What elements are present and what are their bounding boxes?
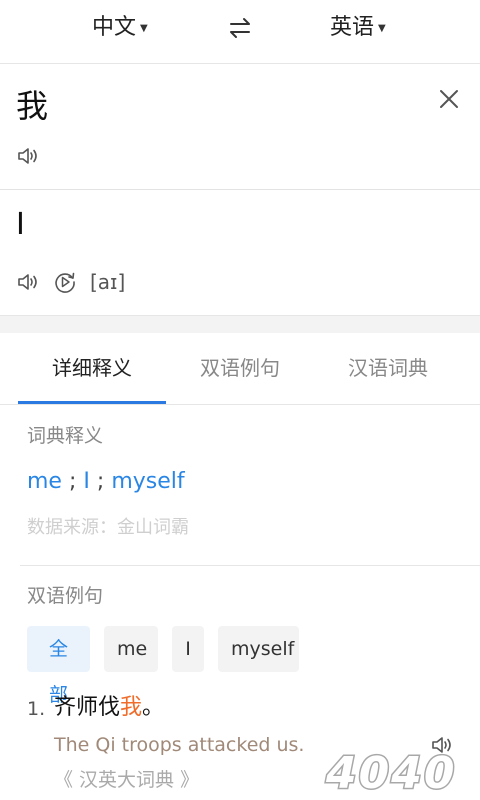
example-number: 1. (27, 698, 46, 720)
dictionary-section-title: 词典释义 (27, 425, 104, 447)
definition-separator: ; (96, 469, 105, 494)
definition-list: me ; I ; myself (27, 466, 185, 498)
close-icon[interactable] (436, 86, 462, 112)
speaker-icon[interactable] (16, 270, 40, 294)
example-chinese-text: 齐师伐 (54, 695, 121, 720)
tab-bar: 详细释义 双语例句 汉语词典 (0, 333, 480, 405)
example-filter-chips: 全部 me I myself (27, 626, 299, 706)
filter-chip-all[interactable]: 全部 (27, 626, 90, 706)
example-highlight-word: 我 (120, 695, 143, 720)
speaker-icon[interactable] (16, 144, 40, 168)
definition-link-i[interactable]: I (83, 469, 90, 494)
translation-text: I (16, 207, 25, 242)
replay-icon[interactable] (52, 269, 78, 295)
caret-down-icon: ▼ (140, 23, 148, 34)
target-language-selector[interactable]: 英语 ▼ (330, 12, 386, 44)
caret-down-icon: ▼ (378, 23, 386, 34)
filter-chip-me[interactable]: me (104, 626, 158, 672)
definition-link-me[interactable]: me (27, 469, 62, 494)
example-chinese-sentence: 齐师伐我。 (54, 692, 164, 724)
example-chinese-punctuation: 。 (142, 695, 165, 720)
tab-chinese-dictionary[interactable]: 汉语词典 (348, 353, 428, 383)
language-bar: 中文 ▼ 英语 ▼ (0, 0, 480, 64)
section-separator (0, 315, 480, 333)
data-source-note: 数据来源：金山词霸 (27, 517, 189, 538)
filter-chip-myself[interactable]: myself (218, 626, 299, 672)
example-source: 《 汉英大词典 》 (54, 769, 200, 791)
tab-indicator (18, 401, 166, 404)
source-text-area[interactable]: 我 (0, 64, 480, 190)
watermark-text: 4040 (325, 748, 456, 798)
source-language-selector[interactable]: 中文 ▼ (92, 12, 148, 44)
source-text[interactable]: 我 (16, 86, 48, 126)
source-language-label: 中文 (92, 15, 137, 40)
swap-languages-icon[interactable] (226, 14, 254, 42)
tab-detailed-definition[interactable]: 详细释义 (52, 353, 132, 383)
definition-link-myself[interactable]: myself (111, 469, 184, 494)
tab-bilingual-examples[interactable]: 双语例句 (200, 353, 280, 383)
target-language-label: 英语 (330, 15, 375, 40)
filter-chip-i[interactable]: I (172, 626, 204, 672)
examples-section-title: 双语例句 (27, 585, 104, 607)
definition-separator: ; (68, 469, 77, 494)
divider (20, 565, 480, 566)
translation-result: I (0, 190, 480, 315)
example-english-sentence: The Qi troops attacked us. (54, 734, 305, 756)
watermark-logo: 4040 (324, 747, 456, 799)
phonetic-transcription: [aɪ] (90, 270, 126, 294)
